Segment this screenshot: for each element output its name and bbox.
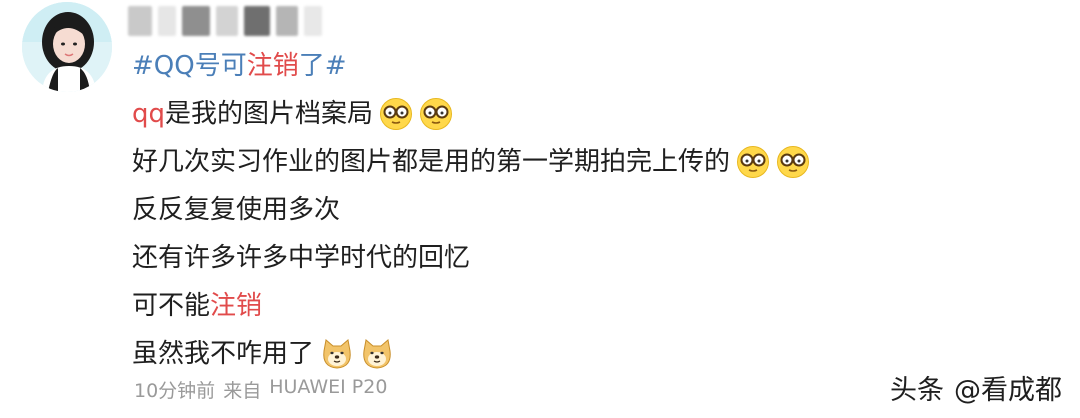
blur-block: [128, 6, 152, 36]
line-text: 好几次实习作业的图片都是用的第一学期拍完上传的: [132, 147, 731, 177]
glasses-face-icon: [379, 97, 413, 131]
watermark-platform: 头条: [890, 375, 944, 406]
line-text: 可不能: [132, 291, 211, 321]
watermark-account: @看成都: [954, 375, 1062, 406]
blur-block: [182, 6, 210, 36]
post-meta: 10分钟前 来自 HUAWEI P20: [134, 376, 387, 403]
topic-hash-close[interactable]: #: [325, 42, 347, 90]
doge-icon: [360, 337, 394, 371]
post-line-1: qq 是我的图片档案局: [132, 90, 1060, 138]
post-content: # QQ号可 注销 了 # qq 是我的图片档案局 好几次实习作业的图片都是用的…: [132, 42, 1060, 378]
blur-block: [304, 6, 322, 36]
avatar-image: [22, 2, 112, 92]
post-line-2: 好几次实习作业的图片都是用的第一学期拍完上传的: [132, 138, 1060, 186]
blur-block: [244, 6, 270, 36]
glasses-face-icon: [419, 97, 453, 131]
topic-text[interactable]: QQ号可: [154, 42, 247, 90]
line-text: 是我的图片档案局: [165, 99, 374, 129]
watermark: 头条 @看成都: [890, 368, 1062, 407]
blur-block: [158, 6, 176, 36]
topic-highlight[interactable]: 注销: [247, 42, 299, 90]
blur-block: [276, 6, 298, 36]
doge-icon: [320, 337, 354, 371]
post-line-3: 反反复复使用多次: [132, 186, 1060, 234]
avatar[interactable]: [22, 2, 112, 92]
line-text: 反反复复使用多次: [132, 195, 341, 225]
highlight-qq: qq: [132, 99, 166, 129]
source-device[interactable]: HUAWEI P20: [269, 376, 387, 403]
post-line-5: 可不能 注销: [132, 282, 1060, 330]
source-label: 来自: [223, 380, 262, 402]
topic-text-end[interactable]: 了: [299, 42, 325, 90]
post-line-4: 还有许多许多中学时代的回忆: [132, 234, 1060, 282]
glasses-face-icon: [776, 145, 810, 179]
line-text: 虽然我不咋用了: [132, 339, 315, 369]
blur-block: [216, 6, 238, 36]
username-blurred[interactable]: [128, 4, 322, 38]
highlight-cancel: 注销: [210, 291, 263, 321]
topic-hash-open[interactable]: #: [132, 42, 154, 90]
post-time: 10分钟前: [134, 380, 216, 402]
line-text: 还有许多许多中学时代的回忆: [132, 243, 471, 273]
glasses-face-icon: [736, 145, 770, 179]
topic-line[interactable]: # QQ号可 注销 了 #: [132, 42, 1060, 90]
